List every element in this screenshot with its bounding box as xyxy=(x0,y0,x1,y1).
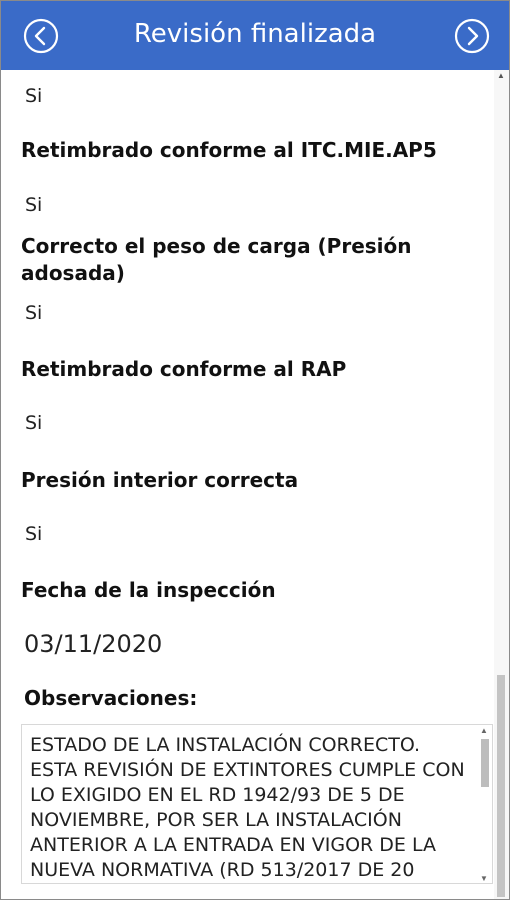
scroll-up-arrow-icon[interactable]: ▲ xyxy=(497,72,505,80)
form-content: Si Retimbrado conforme al ITC.MIE.AP5 Si… xyxy=(1,70,494,899)
inspection-date-value: 03/11/2020 xyxy=(24,630,163,658)
field-label: Retimbrado conforme al RAP xyxy=(21,357,347,381)
observaciones-text: ESTADO DE LA INSTALACIÓN CORRECTO. ESTA … xyxy=(30,734,465,881)
page-scrollbar[interactable]: ▲ xyxy=(494,70,509,899)
page-title: Revisión finalizada xyxy=(133,19,377,49)
field-label: Correcto el peso de carga (Presión adosa… xyxy=(21,234,412,285)
next-button[interactable] xyxy=(454,18,490,54)
scroll-down-arrow-icon[interactable]: ▼ xyxy=(480,875,488,883)
field-value: Si xyxy=(25,523,43,545)
field-label: Fecha de la inspección xyxy=(21,578,276,602)
observaciones-label: Observaciones: xyxy=(24,686,198,710)
observaciones-textbox[interactable]: ESTADO DE LA INSTALACIÓN CORRECTO. ESTA … xyxy=(21,724,493,884)
field-value: Si xyxy=(25,412,43,434)
field-value: Si xyxy=(25,194,43,216)
chevron-right-circle-icon xyxy=(454,18,490,54)
scrollbar-thumb[interactable] xyxy=(497,675,505,897)
scrollbar-thumb[interactable] xyxy=(481,739,489,787)
observaciones-scrollbar[interactable]: ▲ ▼ xyxy=(478,727,490,883)
header-bar: Revisión finalizada xyxy=(1,1,509,70)
field-label: Presión interior correcta xyxy=(21,468,299,492)
scroll-up-arrow-icon[interactable]: ▲ xyxy=(480,727,488,735)
field-value: Si xyxy=(25,302,43,324)
field-value: Si xyxy=(25,85,43,107)
app-frame: Revisión finalizada Si Retimbrado confor… xyxy=(0,0,510,900)
field-label: Retimbrado conforme al ITC.MIE.AP5 xyxy=(21,138,437,162)
